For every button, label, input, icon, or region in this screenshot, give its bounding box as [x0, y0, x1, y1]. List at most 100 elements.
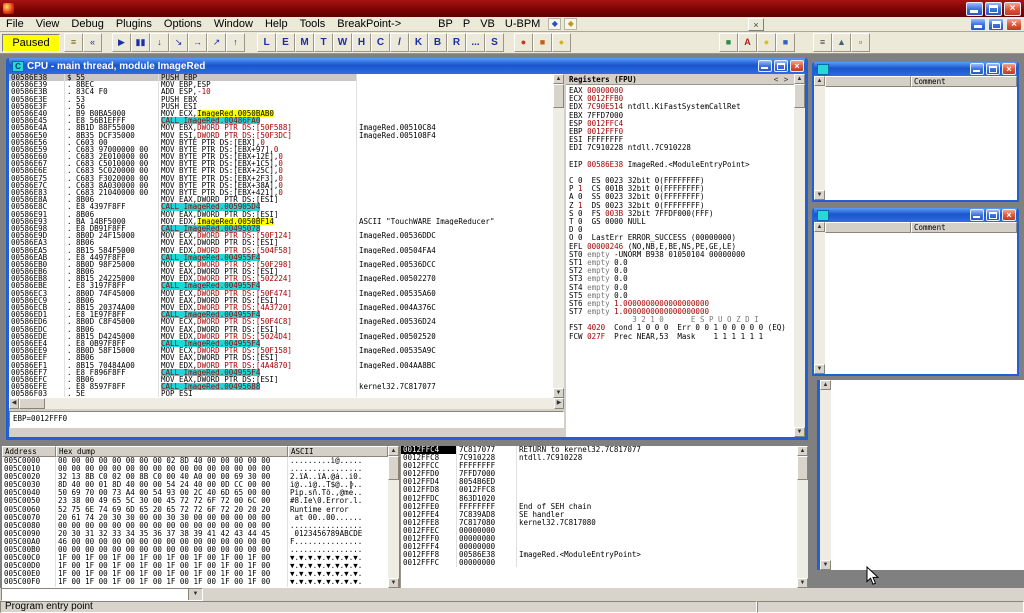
mdi-close-button[interactable]: ×	[1006, 18, 1022, 31]
disasm-row[interactable]: 00586E75. C683 F3020000 00MOV BYTE PTR D…	[9, 175, 553, 182]
cpu-window-button[interactable]: C	[371, 33, 390, 52]
run-icon[interactable]: ▶	[112, 33, 131, 52]
scroll-track[interactable]	[814, 232, 825, 364]
scroll-down-icon[interactable]: ▼	[814, 190, 825, 200]
side-window-3-scrollbar[interactable]: ▲ ▼	[820, 380, 831, 570]
disasm-row[interactable]: 00586F03. 5EPOP ESI	[9, 390, 553, 397]
disasm-row[interactable]: 00586EFE. E8 8597F8FFCALL ImageRed.00495…	[9, 383, 553, 390]
scroll-track[interactable]	[45, 398, 554, 409]
dump-vscrollbar[interactable]: ▲ ▼	[388, 446, 399, 588]
scroll-track[interactable]	[388, 480, 399, 578]
menu-file[interactable]: File	[0, 17, 30, 31]
memory-map-window-button[interactable]: M	[295, 33, 314, 52]
side2-maximize-button[interactable]	[986, 209, 1000, 221]
open-file-icon[interactable]: ≡	[64, 33, 83, 52]
mdi-minimize-button[interactable]	[970, 18, 986, 31]
disasm-row[interactable]: 00586E8C. E8 4397F8FFCALL ImageRed.00590…	[9, 203, 553, 210]
menu-breakpoint[interactable]: BreakPoint->	[331, 17, 407, 31]
side-window-3[interactable]: ▲ ▼	[817, 380, 1024, 570]
side-window-1[interactable]: × ▲ ▼ Comment	[812, 62, 1019, 202]
disasm-row[interactable]: 00586EF7. E8 F896F8FFCALL ImageRed.00495…	[9, 369, 553, 376]
stack-row[interactable]: 0012FFE0FFFFFFFFEnd of SEH chain	[401, 503, 797, 511]
stack-row[interactable]: 0012FFF800586E38ImageRed.<ModuleEntryPoi…	[401, 551, 797, 559]
side-window-2-title-bar[interactable]: ×	[814, 208, 1017, 222]
side2-minimize-button[interactable]	[970, 209, 984, 221]
scroll-thumb[interactable]	[794, 84, 805, 108]
scroll-up-icon[interactable]: ▲	[388, 446, 399, 456]
disasm-row[interactable]: 00586EDC. 8B06MOV EAX,DWORD PTR DS:[ESI]	[9, 326, 553, 333]
menu-help[interactable]: Help	[259, 17, 294, 31]
register-line[interactable]: T 0 GS 0000 NULL	[569, 218, 791, 226]
disasm-row[interactable]: 00586E59. C683 97000000 00MOV BYTE PTR D…	[9, 146, 553, 153]
scroll-track[interactable]	[820, 390, 831, 560]
side-window-2-content[interactable]	[825, 233, 1017, 374]
scroll-track[interactable]	[814, 86, 825, 190]
cpu-window-title-bar[interactable]: C CPU - main thread, module ImageRed ×	[9, 58, 805, 74]
command-combobox[interactable]: ▼	[1, 588, 203, 601]
step-over-icon[interactable]: ↘	[169, 33, 188, 52]
dump-column-hex[interactable]: Hex dump	[56, 446, 288, 457]
cpu-minimize-button[interactable]	[758, 60, 772, 72]
info-pane[interactable]: EBP=0012FFF0	[9, 411, 564, 428]
scroll-up-icon[interactable]: ▲	[797, 446, 808, 456]
disasm-row[interactable]: 00586E93. BA 14BF5000MOV EDX,ImageRed.00…	[9, 218, 553, 225]
disasm-row[interactable]: 00586EAB. E8 4497F8FFCALL ImageRed.00495…	[9, 254, 553, 261]
menu-view[interactable]: View	[30, 17, 66, 31]
disasm-row[interactable]: 00586E56. C603 00MOV BYTE PTR DS:[EBX],0	[9, 139, 553, 146]
step-into-icon[interactable]: ↓	[150, 33, 169, 52]
stack-vscrollbar[interactable]: ▲ ▼	[797, 446, 808, 588]
disasm-row[interactable]: 00586E67. C683 C5010000 00MOV BYTE PTR D…	[9, 160, 553, 167]
scroll-up-icon[interactable]: ▲	[814, 76, 825, 86]
disasm-row[interactable]: 00586EE9. 8B0D 58F15000MOV ECX,DWORD PTR…	[9, 347, 553, 354]
dump-row[interactable]: 005C009020 30 31 32 33 34 35 36 37 38 39…	[2, 530, 388, 538]
disasm-row[interactable]: 00586EFC. 8B06MOV EAX,DWORD PTR DS:[ESI]	[9, 376, 553, 383]
cpu-close-button[interactable]: ×	[790, 60, 804, 72]
disasm-row[interactable]: 00586E50. 8B35 DCF35000MOV ESI,DWORD PTR…	[9, 132, 553, 139]
pause-icon[interactable]: ▮▮	[131, 33, 150, 52]
disasm-row[interactable]: 00586EBE. E8 3197F8FFCALL ImageRed.00495…	[9, 282, 553, 289]
dump-row[interactable]: 005C00A046 00 00 00 00 00 00 00 00 00 00…	[2, 538, 388, 546]
breakpoints-window-button[interactable]: B	[428, 33, 447, 52]
disasm-row[interactable]: 00586E7C. C683 8A030000 00MOV BYTE PTR D…	[9, 182, 553, 189]
disasm-row[interactable]: 00586EA3. 8B06MOV EAX,DWORD PTR DS:[ESI]	[9, 239, 553, 246]
dump-row[interactable]: 005C007020 61 74 20 30 30 00 00 30 30 00…	[2, 514, 388, 522]
stack-row[interactable]: 0012FFC87C910228ntdll.7C910228	[401, 454, 797, 462]
disassembly-pane[interactable]: 00586E38$ 55PUSH EBP00586E39. 8BECMOV EB…	[9, 74, 553, 398]
source-window-button[interactable]: S	[485, 33, 504, 52]
disasm-row[interactable]: 00586E9D. 8B0D 24F15000MOV ECX,DWORD PTR…	[9, 232, 553, 239]
stack-row[interactable]: 0012FFF400000000	[401, 543, 797, 551]
menu-plugin-p[interactable]: P	[458, 17, 475, 31]
dump-row[interactable]: 005C000000 00 00 00 00 00 00 00 02 8D 40…	[2, 457, 388, 465]
dump-row[interactable]: 005C00D01F 00 1F 00 1F 00 1F 00 1F 00 1F…	[2, 562, 388, 570]
disasm-row[interactable]: 00586E91. 8B06MOV EAX,DWORD PTR DS:[ESI]	[9, 211, 553, 218]
dump-row[interactable]: 005C00B000 00 00 00 00 00 00 00 00 00 00…	[2, 546, 388, 554]
menu-plugin-vb[interactable]: VB	[475, 17, 500, 31]
call-stack-window-button[interactable]: K	[409, 33, 428, 52]
register-line[interactable]: FCW 027F Prec NEAR,53 Mask 1 1 1 1 1 1	[569, 333, 791, 341]
restart-icon[interactable]: «	[83, 33, 102, 52]
dump-row[interactable]: 005C002032 13 8B C0 02 00 8B C0 00 40 A0…	[2, 473, 388, 481]
maximize-button[interactable]	[985, 2, 1002, 16]
side-window-1-column-blank[interactable]	[825, 76, 911, 87]
plugin-diamond-blue-icon[interactable]: ◆	[548, 18, 561, 30]
side-window-1-content[interactable]	[825, 87, 1017, 200]
disasm-row[interactable]: 00586E39. 8BECMOV EBP,ESP	[9, 81, 553, 88]
menu-plugins[interactable]: Plugins	[110, 17, 158, 31]
scroll-right-icon[interactable]: ▶	[554, 398, 564, 409]
animate-into-icon[interactable]: →	[188, 33, 207, 52]
log-window-button[interactable]: L	[257, 33, 276, 52]
executables-window-button[interactable]: E	[276, 33, 295, 52]
dump-column-address[interactable]: Address	[2, 446, 56, 457]
scroll-up-icon[interactable]: ▲	[814, 222, 825, 232]
stack-row[interactable]: 0012FFE47C839AD8SE handler	[401, 511, 797, 519]
hex-dump-pane[interactable]: Address Hex dump ASCII 005C000000 00 00 …	[2, 446, 388, 588]
side1-maximize-button[interactable]	[986, 63, 1000, 75]
disassembly-hscrollbar[interactable]: ◀ ▶	[9, 398, 564, 409]
menu-tools[interactable]: Tools	[294, 17, 332, 31]
scroll-down-icon[interactable]: ▼	[794, 427, 805, 437]
side-window-2-column-comment[interactable]: Comment	[911, 222, 1017, 233]
disasm-row[interactable]: 00586EF1. 8B15 70484A00MOV EDX,DWORD PTR…	[9, 362, 553, 369]
stack-row[interactable]: 0012FFDC863D1020	[401, 495, 797, 503]
stack-pane[interactable]: 0012FFC47C817077RETURN to kernel32.7C817…	[400, 446, 797, 588]
scroll-up-icon[interactable]: ▲	[553, 74, 564, 84]
